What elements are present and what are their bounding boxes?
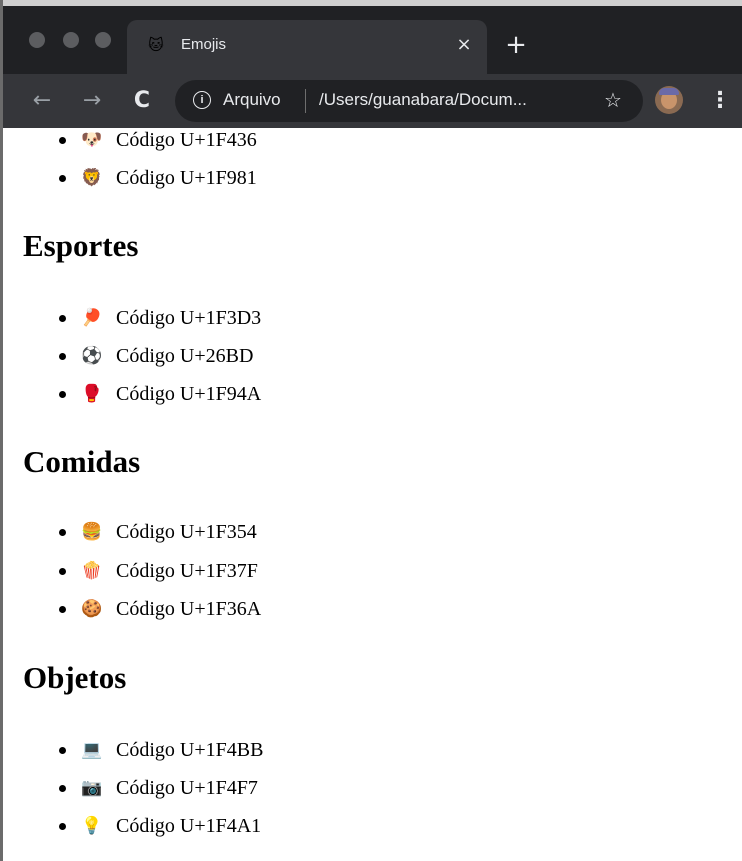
list-item: 🐶 Código U+1F436 [59, 128, 257, 154]
list-item-text: Código U+1F981 [116, 166, 257, 189]
forward-arrow-icon[interactable]: → [77, 86, 107, 116]
list-item: 📷 Código U+1F4F7 [59, 774, 258, 802]
popcorn-icon: 🍿 [81, 561, 103, 581]
list-item-text: Código U+1F94A [116, 382, 262, 405]
bullet [59, 822, 66, 830]
bullet [59, 314, 66, 322]
list-item: 💡 Código U+1F4A1 [59, 812, 261, 840]
tab-close-icon[interactable]: × [451, 32, 477, 58]
browser-menu-icon[interactable]: ⋮ [709, 86, 731, 116]
new-tab-button[interactable]: + [501, 30, 531, 60]
browser-toolbar: ← → C i Arquivo /Users/guanabara/Docum..… [3, 74, 742, 128]
hamburger-icon: 🍔 [81, 522, 103, 542]
profile-avatar[interactable] [655, 86, 683, 114]
bullet [59, 784, 66, 792]
reload-icon[interactable]: C [127, 86, 157, 116]
camera-icon: 📷 [81, 778, 103, 798]
list-item: 🍪 Código U+1F36A [59, 595, 261, 623]
bullet [59, 390, 66, 398]
section-heading: Esportes [23, 228, 139, 263]
close-window-button[interactable] [29, 32, 45, 48]
bullet [59, 136, 66, 144]
list-item-text: Código U+1F37F [116, 559, 258, 582]
address-bar[interactable]: i Arquivo /Users/guanabara/Docum... ☆ [175, 80, 643, 122]
section-heading: Objetos [23, 660, 127, 695]
page-content: 🐶 Código U+1F436 🦁 Código U+1F981 Esport… [3, 128, 742, 861]
bullet [59, 352, 66, 360]
tab-strip: 🐱 Emojis × + [3, 0, 742, 74]
ping-pong-icon: 🏓 [81, 308, 103, 328]
list-item-text: Código U+1F36A [116, 597, 262, 620]
list-item: ⚽ Código U+26BD [59, 342, 253, 370]
dog-face-icon: 🐶 [81, 130, 103, 150]
list-item-text: Código U+1F4F7 [116, 776, 258, 799]
list-item-text: Código U+26BD [116, 344, 254, 367]
bookmark-star-icon[interactable]: ☆ [601, 88, 625, 112]
laptop-icon: 💻 [81, 740, 103, 760]
address-scheme-label: Arquivo [223, 90, 281, 109]
list-item-text: Código U+1F436 [116, 128, 257, 151]
lion-face-icon: 🦁 [81, 168, 103, 188]
list-item: 💻 Código U+1F4BB [59, 736, 263, 764]
address-separator [305, 89, 306, 113]
tab-emojis[interactable]: 🐱 Emojis × [127, 20, 487, 74]
bullet [59, 746, 66, 754]
minimize-window-button[interactable] [63, 32, 79, 48]
list-item-text: Código U+1F4A1 [116, 814, 262, 837]
list-item: 🦁 Código U+1F981 [59, 164, 257, 192]
tab-favicon-icon: 🐱 [148, 36, 164, 54]
bullet [59, 174, 66, 182]
section-heading: Comidas [23, 444, 141, 479]
soccer-ball-icon: ⚽ [81, 346, 103, 366]
list-item-text: Código U+1F3D3 [116, 306, 262, 329]
browser-window: 🐱 Emojis × + ← → C i Arquivo /Users/guan… [0, 0, 742, 861]
bullet [59, 567, 66, 575]
list-item-text: Código U+1F4BB [116, 738, 264, 761]
cookie-icon: 🍪 [81, 599, 103, 619]
list-item: 🥊 Código U+1F94A [59, 380, 261, 408]
list-item: 🏓 Código U+1F3D3 [59, 304, 261, 332]
info-icon[interactable]: i [193, 91, 211, 109]
back-arrow-icon[interactable]: ← [27, 86, 57, 116]
boxing-glove-icon: 🥊 [81, 384, 103, 404]
tab-title: Emojis [181, 36, 227, 53]
list-item-text: Código U+1F354 [116, 520, 257, 543]
list-item: 🍔 Código U+1F354 [59, 518, 257, 546]
light-bulb-icon: 💡 [81, 816, 103, 836]
bullet [59, 528, 66, 536]
bullet [59, 605, 66, 613]
avatar-hat [659, 88, 679, 95]
list-item: 🍿 Código U+1F37F [59, 557, 258, 585]
address-url[interactable]: /Users/guanabara/Docum... [319, 90, 527, 110]
window-top-edge [3, 0, 742, 6]
maximize-window-button[interactable] [95, 32, 111, 48]
